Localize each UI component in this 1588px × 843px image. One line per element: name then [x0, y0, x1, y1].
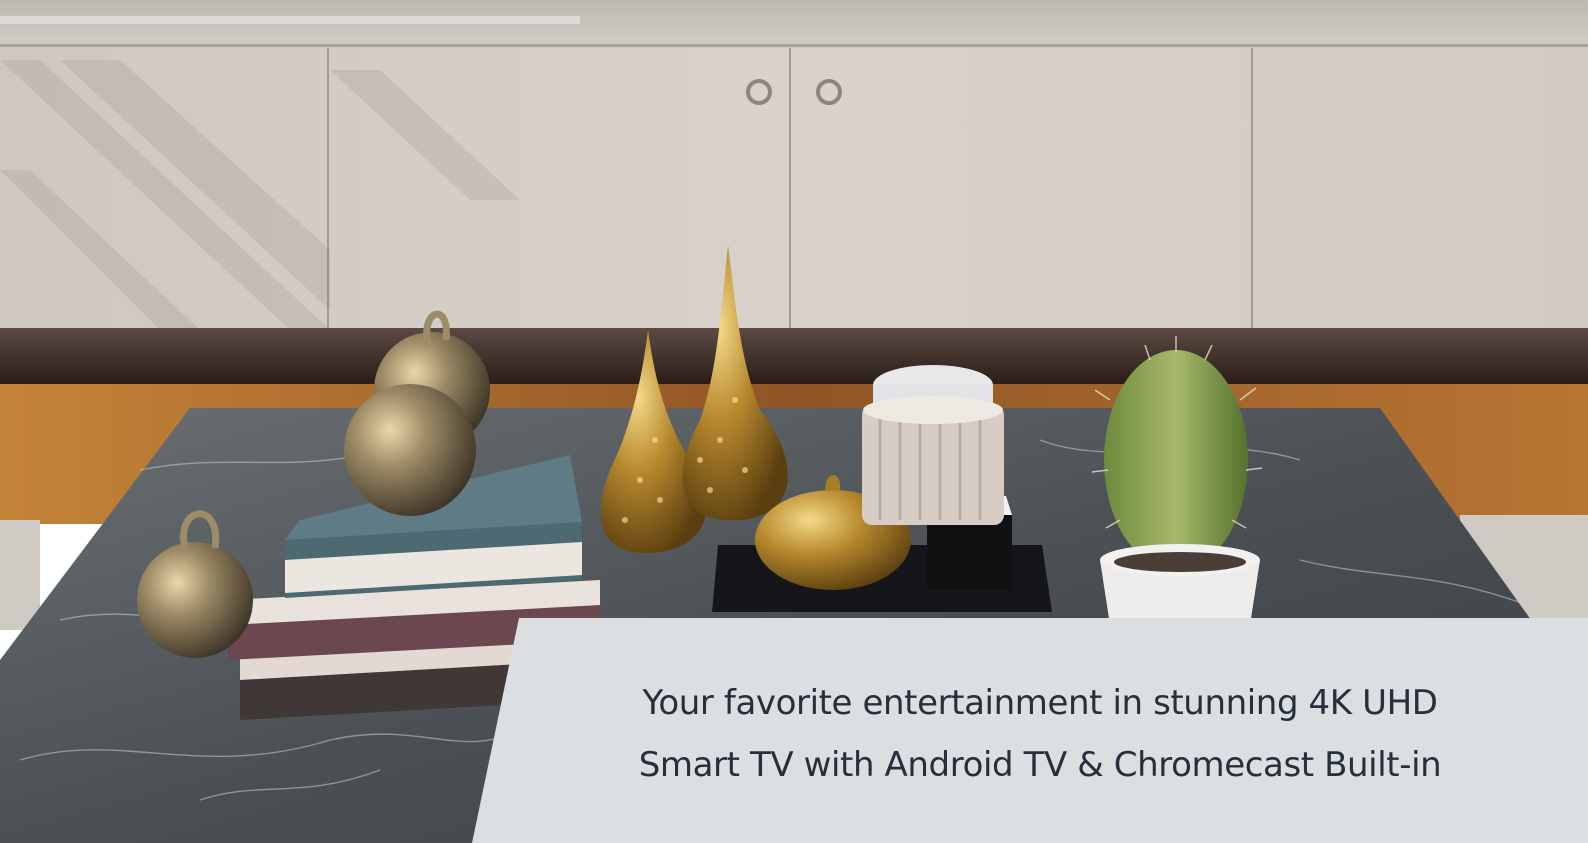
caption-panel [472, 618, 1588, 843]
product-hero-banner: Your favorite entertainment in stunning … [0, 0, 1588, 843]
living-room-scene-image [0, 0, 1588, 843]
